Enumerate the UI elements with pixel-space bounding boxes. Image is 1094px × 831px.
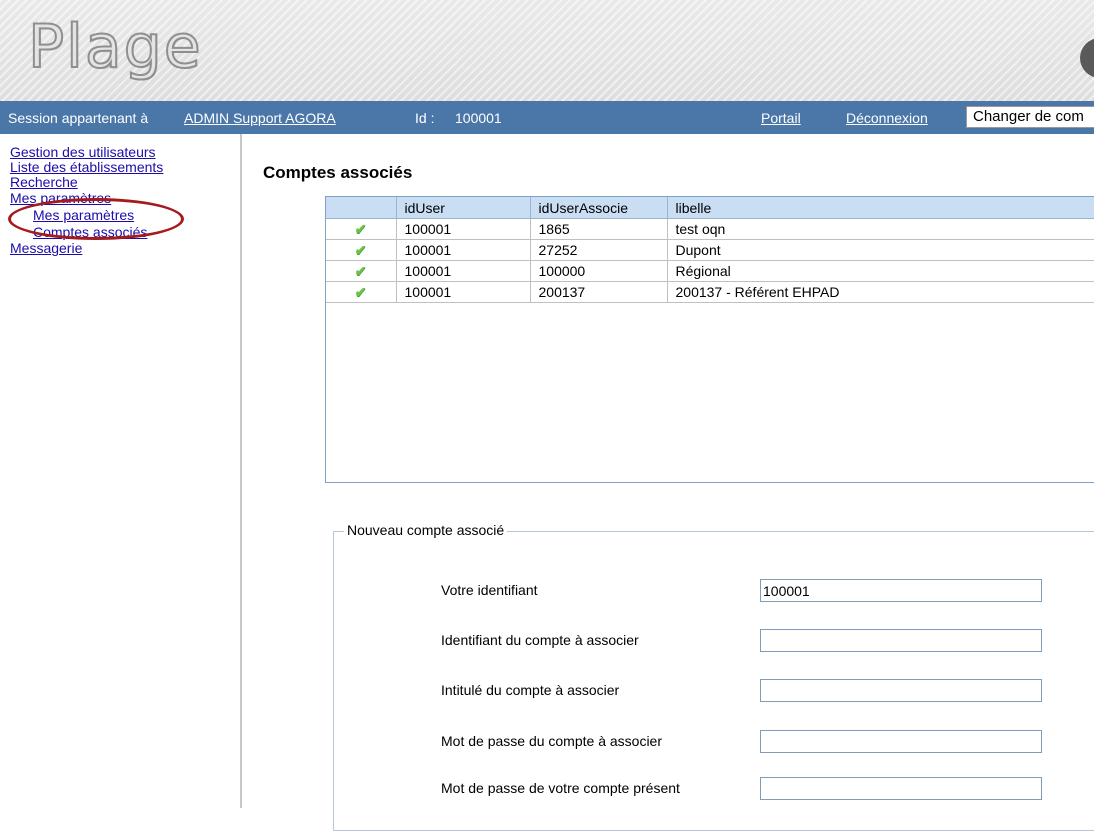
check-icon[interactable]: ✔ — [355, 284, 367, 300]
sidebar-item-recherche[interactable]: Recherche — [10, 175, 78, 189]
row-check-cell[interactable]: ✔ — [326, 218, 397, 240]
column-header-iduser[interactable]: idUser — [396, 197, 531, 219]
field-label-intitule-compte: Intitulé du compte à associer — [441, 682, 620, 698]
column-header-libelle[interactable]: libelle — [667, 197, 1094, 219]
table-header-row: idUser idUserAssocie libelle — [326, 197, 1094, 219]
portail-link[interactable]: Portail — [761, 110, 801, 126]
cell-libelle: Dupont — [667, 239, 1094, 261]
cell-iduser: 100001 — [396, 239, 531, 261]
session-id-label: Id : — [415, 110, 435, 126]
check-icon[interactable]: ✔ — [355, 221, 367, 237]
sidebar-item-messagerie[interactable]: Messagerie — [10, 241, 82, 255]
cell-iduser: 100001 — [396, 218, 531, 240]
field-label-mdp-compte-associer: Mot de passe du compte à associer — [441, 733, 663, 749]
mdp-compte-present-input[interactable] — [760, 777, 1042, 800]
row-check-cell[interactable]: ✔ — [326, 239, 397, 261]
sidebar-item-gestion-utilisateurs[interactable]: Gestion des utilisateurs — [10, 145, 156, 159]
page-title: Comptes associés — [263, 163, 413, 182]
table-row[interactable]: ✔ 100001 27252 Dupont — [326, 239, 1094, 261]
table-row[interactable]: ✔ 100001 200137 200137 - Référent EHPAD — [326, 281, 1094, 303]
table-row[interactable]: ✔ 100001 1865 test oqn — [326, 218, 1094, 240]
change-account-select[interactable]: Changer de com — [966, 106, 1094, 128]
row-check-cell[interactable]: ✔ — [326, 260, 397, 282]
column-header-select[interactable] — [326, 197, 397, 219]
cell-iduserassocie: 200137 — [530, 281, 668, 303]
cell-libelle: 200137 - Référent EHPAD — [667, 281, 1094, 303]
highlight-ellipse-annotation — [8, 198, 184, 240]
sidebar-divider — [240, 134, 242, 808]
app-logo: Plage — [27, 11, 203, 83]
fieldset-legend: Nouveau compte associé — [344, 522, 508, 538]
field-label-mdp-compte-present: Mot de passe de votre compte présent — [441, 780, 680, 796]
deconnexion-link[interactable]: Déconnexion — [846, 110, 928, 126]
cell-iduser: 100001 — [396, 260, 531, 282]
cell-iduser: 100001 — [396, 281, 531, 303]
cell-iduserassocie: 1865 — [530, 218, 668, 240]
cell-libelle: test oqn — [667, 218, 1094, 240]
sidebar-item-label[interactable]: Gestion des utilisateurs — [10, 144, 156, 160]
intitule-compte-input[interactable] — [760, 679, 1042, 702]
logo-circle-icon — [1080, 38, 1094, 78]
cell-iduserassocie: 27252 — [530, 239, 668, 261]
session-bar: Session appartenant à ADMIN Support AGOR… — [0, 101, 1094, 134]
identifiant-compte-input[interactable] — [760, 629, 1042, 652]
cell-iduserassocie: 100000 — [530, 260, 668, 282]
session-label: Session appartenant à — [8, 110, 149, 126]
sidebar-item-liste-etablissements[interactable]: Liste des établissements — [10, 160, 163, 174]
field-label-votre-identifiant: Votre identifiant — [441, 582, 538, 598]
mdp-compte-associer-input[interactable] — [760, 730, 1042, 753]
check-icon[interactable]: ✔ — [355, 263, 367, 279]
sidebar-item-label[interactable]: Recherche — [10, 174, 78, 190]
associated-accounts-grid: idUser idUserAssocie libelle ✔ 100001 18… — [325, 196, 1094, 483]
header-banner: Plage — [0, 0, 1094, 101]
votre-identifiant-input[interactable] — [760, 579, 1042, 602]
sidebar-item-label[interactable]: Liste des établissements — [10, 159, 163, 175]
field-label-identifiant-compte: Identifiant du compte à associer — [441, 632, 639, 648]
sidebar-item-label[interactable]: Messagerie — [10, 240, 82, 256]
table-row[interactable]: ✔ 100001 100000 Régional — [326, 260, 1094, 282]
check-icon[interactable]: ✔ — [355, 242, 367, 258]
column-header-iduserassocie[interactable]: idUserAssocie — [530, 197, 668, 219]
session-user-link[interactable]: ADMIN Support AGORA — [184, 110, 336, 126]
row-check-cell[interactable]: ✔ — [326, 281, 397, 303]
session-id-value: 100001 — [455, 110, 502, 126]
cell-libelle: Régional — [667, 260, 1094, 282]
